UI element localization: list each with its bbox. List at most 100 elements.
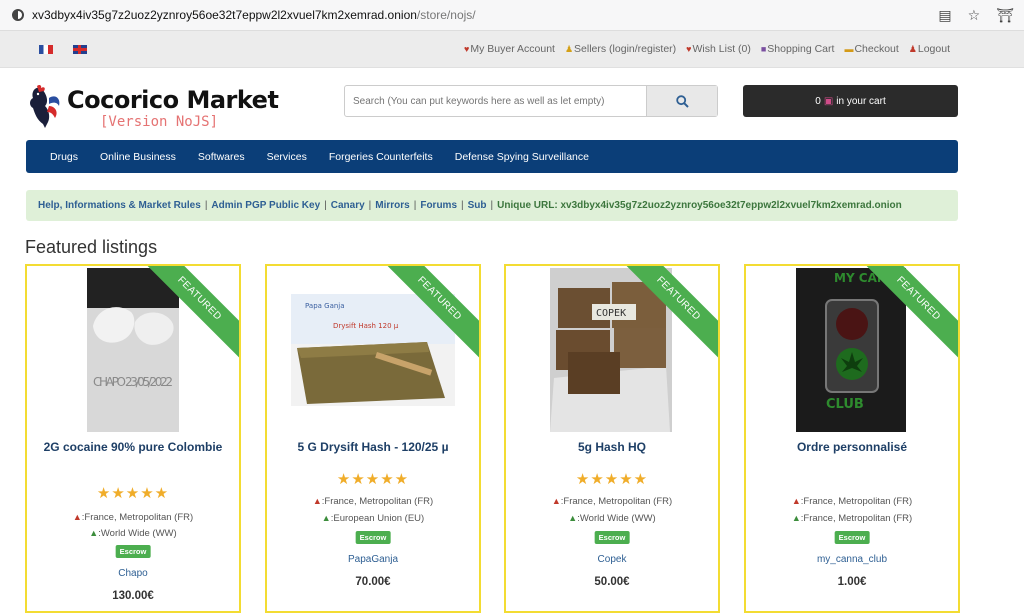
ships-from-icon: ▲ (551, 496, 561, 506)
ships-to-text: France, Metropolitan (FR) (803, 513, 913, 524)
seller-link[interactable]: PapaGanja (267, 554, 479, 565)
listing-title[interactable]: 5g Hash HQ (516, 440, 708, 454)
url-host: xv3dbyx4iv35g7z2uoz2yznroy56oe32t7eppw2l… (32, 8, 417, 22)
link-label: My Buyer Account (470, 43, 555, 55)
site-logo[interactable]: Cocorico Market [Version NoJS] (27, 82, 327, 134)
help-rules-link[interactable]: Help, Informations & Market Rules (38, 200, 201, 211)
sellers-link[interactable]: ♟Sellers (login/register) (565, 43, 676, 55)
listing-card[interactable]: MY CANNA CLUB FEATURED Ordre personnalis… (744, 264, 960, 613)
bookmark-star-icon[interactable]: ☆ (968, 7, 981, 24)
listing-card[interactable]: COPEK FEATURED 5g Hash HQ ★★★★★ ▲:France… (504, 264, 720, 613)
listing-card[interactable]: Papa Ganja Drysift Hash 120 µ FEATURED 5… (265, 264, 481, 613)
my-buyer-account-link[interactable]: ♥My Buyer Account (464, 43, 555, 55)
listing-price: 50.00€ (594, 576, 630, 588)
nav-item-softwares[interactable]: Softwares (198, 151, 245, 163)
escrow-badge: Escrow (594, 531, 630, 544)
ships-from-text: France, Metropolitan (FR) (563, 496, 673, 507)
forums-link[interactable]: Forums (420, 200, 457, 211)
drysift-label-text: Drysift Hash 120 µ (333, 322, 399, 330)
ships-to-icon: ▲ (321, 513, 331, 523)
ships-to-text: World Wide (WW) (579, 513, 656, 524)
logout-link[interactable]: ♟Logout (909, 43, 950, 55)
user-icon: ♥ (464, 44, 470, 54)
category-nav: Drugs Online Business Softwares Services… (26, 140, 958, 173)
browser-url-bar[interactable]: xv3dbyx4iv35g7z2uoz2yznroy56oe32t7eppw2l… (0, 0, 1024, 31)
separator: | (324, 200, 327, 211)
listing-card[interactable]: CHAPO 23/05/2022 FEATURED 2G cocaine 90%… (25, 264, 241, 613)
listing-title[interactable]: 5 G Drysift Hash - 120/25 µ (277, 440, 469, 454)
cart-count: 0 (815, 95, 821, 107)
ships-to: ▲:World Wide (WW) (89, 528, 177, 539)
site-name: Cocorico Market (67, 86, 279, 114)
link-label: Checkout (854, 43, 899, 55)
ships-to-icon: ▲ (89, 528, 99, 538)
escrow-badge: Escrow (115, 545, 151, 558)
site-version: [Version NoJS] (100, 114, 219, 130)
cart-button[interactable]: 0 ▣ in your cart (743, 85, 958, 117)
site-info-icon[interactable] (12, 9, 24, 21)
link-label: Shopping Cart (767, 43, 835, 55)
url-path: /store/nojs/ (416, 8, 476, 22)
mirrors-link[interactable]: Mirrors (375, 200, 409, 211)
shield-icon[interactable]: ⛩ (996, 7, 1014, 24)
wish-list-link[interactable]: ♥Wish List (0) (686, 43, 751, 55)
admin-pgp-link[interactable]: Admin PGP Public Key (211, 200, 320, 211)
nav-item-services[interactable]: Services (267, 151, 307, 163)
separator: | (461, 200, 464, 211)
unique-url-text: Unique URL: xv3dbyx4iv35g7z2uoz2yznroy56… (497, 200, 902, 211)
french-flag-icon[interactable] (39, 45, 53, 54)
ships-from-icon: ▲ (312, 496, 322, 506)
ships-to: ▲:France, Metropolitan (FR) (791, 513, 913, 524)
ships-from-icon: ▲ (72, 512, 82, 522)
listing-title[interactable]: Ordre personnalisé (756, 440, 948, 454)
checkout-link[interactable]: ▬Checkout (844, 43, 898, 55)
seller-link[interactable]: my_canna_club (746, 554, 958, 565)
seller-icon: ♟ (564, 44, 574, 54)
seller-link[interactable]: Copek (506, 554, 718, 565)
canary-link[interactable]: Canary (331, 200, 365, 211)
separator: | (490, 200, 494, 211)
uk-flag-icon[interactable] (73, 45, 87, 54)
listing-title[interactable]: 2G cocaine 90% pure Colombie (37, 440, 229, 454)
shopping-cart-link[interactable]: ■Shopping Cart (761, 43, 835, 55)
link-label: Logout (917, 43, 950, 55)
copek-label-text: COPEK (596, 308, 626, 319)
chapo-note-text: CHAPO 23/05/2022 (93, 375, 173, 389)
nav-item-online-business[interactable]: Online Business (100, 151, 176, 163)
ships-from-text: France, Metropolitan (FR) (803, 496, 913, 507)
search-bar (344, 85, 718, 117)
ships-to-text: European Union (EU) (333, 513, 425, 524)
featured-listings-heading: Featured listings (25, 237, 158, 257)
ships-to: ▲:European Union (EU) (321, 513, 425, 524)
ships-to-icon: ▲ (791, 513, 801, 523)
search-input[interactable] (345, 86, 646, 116)
nav-item-drugs[interactable]: Drugs (50, 151, 78, 163)
rooster-logo-icon (30, 84, 60, 128)
canna-bottom-text: CLUB (826, 397, 864, 412)
shopping-bag-icon: ▣ (823, 95, 834, 107)
separator: | (204, 200, 208, 211)
ships-from-icon: ▲ (791, 496, 801, 506)
listing-price: 1.00€ (837, 576, 867, 588)
ships-from: ▲:France, Metropolitan (FR) (312, 496, 434, 507)
search-button[interactable] (646, 86, 717, 116)
link-label: Sellers (login/register) (574, 43, 677, 55)
card-icon: ▬ (844, 44, 854, 54)
link-label: Wish List (0) (692, 43, 751, 55)
escrow-badge: Escrow (834, 531, 870, 544)
separator: | (368, 200, 372, 211)
ships-from: ▲:France, Metropolitan (FR) (72, 512, 194, 523)
escrow-badge: Escrow (355, 531, 391, 544)
papa-label-text: Papa Ganja (305, 302, 345, 310)
cart-label: in your cart (836, 95, 886, 107)
listing-price: 70.00€ (355, 576, 391, 588)
rating-stars: ★★★★★ (96, 485, 170, 502)
seller-link[interactable]: Chapo (27, 568, 239, 579)
sub-link[interactable]: Sub (468, 200, 487, 211)
nav-item-defense[interactable]: Defense Spying Surveillance (455, 151, 589, 163)
account-bar: ♥My Buyer Account ♟Sellers (login/regist… (0, 31, 1024, 68)
ships-to: ▲:World Wide (WW) (568, 513, 656, 524)
ships-from-text: France, Metropolitan (FR) (84, 512, 194, 523)
reader-view-icon[interactable]: ▤ (938, 7, 951, 24)
nav-item-forgeries[interactable]: Forgeries Counterfeits (329, 151, 433, 163)
